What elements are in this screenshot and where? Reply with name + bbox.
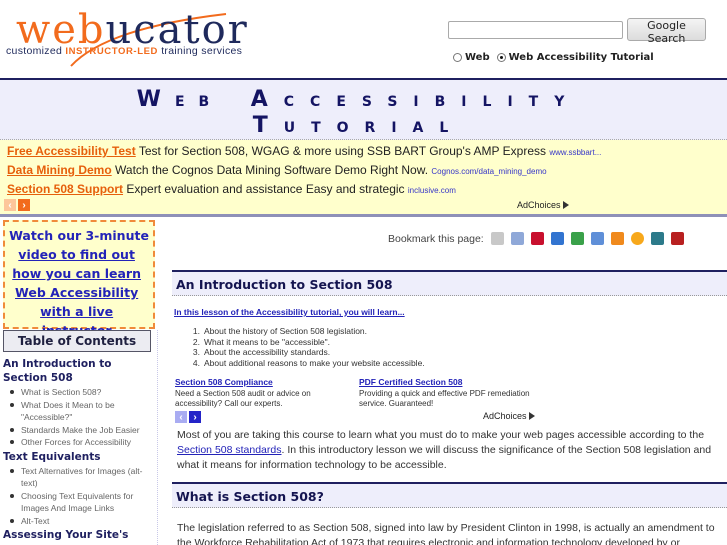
- toc-item[interactable]: Text Alternatives for Images (alt-text): [9, 465, 153, 490]
- inline-ad-navigation: ‹ ›: [175, 411, 201, 423]
- adchoices-icon: [562, 201, 569, 209]
- ad-item: Free Accessibility Test Test for Section…: [7, 144, 602, 158]
- netvouz-icon[interactable]: [670, 232, 684, 245]
- inline-ad-title-link[interactable]: Section 508 Compliance: [175, 377, 345, 388]
- radio-web-label[interactable]: Web: [465, 52, 490, 63]
- toc-item[interactable]: Other Forces for Accessibility: [9, 436, 153, 449]
- toc-list: What is Section 508? What Does it Mean t…: [9, 386, 153, 449]
- page-title-banner: W EB A CCESSIBILITY T UTORIAL: [0, 78, 727, 140]
- search-input[interactable]: [448, 21, 623, 39]
- bookmark-bar: Bookmark this page:: [388, 232, 684, 245]
- radio-web[interactable]: [453, 53, 462, 62]
- video-promo-box: Watch our 3-minute video to find out how…: [3, 220, 155, 338]
- intro-paragraph: Most of you are taking this course to le…: [177, 429, 712, 471]
- technorati-icon[interactable]: [630, 232, 644, 245]
- table-of-contents-heading[interactable]: Table of Contents: [3, 330, 151, 352]
- ad-next-button[interactable]: ›: [18, 199, 30, 211]
- toc-item[interactable]: What is Section 508?: [9, 386, 153, 399]
- ad-title-link[interactable]: Data Mining Demo: [7, 163, 112, 177]
- toc-section-link[interactable]: Assessing Your Site's: [3, 528, 153, 542]
- logo-wordmark: webucator: [16, 7, 249, 53]
- stumbleupon-icon[interactable]: [570, 232, 584, 245]
- search-scope: Web Web Accessibility Tutorial: [453, 52, 654, 63]
- banner-title-line1: W EB A CCESSIBILITY: [136, 87, 581, 112]
- ad-navigation: ‹ ›: [4, 199, 30, 211]
- inline-adchoices-link[interactable]: AdChoices: [483, 411, 535, 421]
- learning-objectives-list: 1. About the history of Section 508 legis…: [186, 326, 425, 368]
- ad-title-link[interactable]: Section 508 Support: [7, 182, 123, 196]
- bookmark-label: Bookmark this page:: [388, 232, 484, 245]
- video-promo-link[interactable]: video to find out how you can learn Web …: [7, 245, 147, 340]
- ask-icon[interactable]: [650, 232, 664, 245]
- yahoo-icon[interactable]: [530, 232, 544, 245]
- banner-title-line2: T UTORIAL: [252, 113, 465, 138]
- ad-title-link[interactable]: Free Accessibility Test: [7, 144, 136, 158]
- inline-ad: Section 508 Compliance Need a Section 50…: [175, 377, 345, 410]
- section-heading-intro: An Introduction to Section 508: [172, 270, 727, 296]
- inline-ad-title-link[interactable]: PDF Certified Section 508: [359, 377, 539, 388]
- toc-item[interactable]: Standards Make the Job Easier: [9, 424, 153, 437]
- header-divider: [0, 214, 727, 217]
- objective-item: 3. About the accessibility standards.: [192, 347, 331, 357]
- section-508-paragraph: The legislation referred to as Section 5…: [177, 522, 715, 545]
- inline-ad-next-button[interactable]: ›: [189, 411, 201, 423]
- toc-item[interactable]: Choosing Text Equivalents for Images And…: [9, 490, 153, 515]
- delicious-people-icon[interactable]: [490, 232, 504, 245]
- radio-web-accessibility-tutorial[interactable]: [496, 53, 506, 62]
- google-search-button[interactable]: Google Search: [627, 18, 706, 45]
- table-of-contents: An Introduction to Section 508 What is S…: [3, 357, 153, 542]
- objective-item: 1. About the history of Section 508 legis…: [192, 326, 368, 336]
- ad-item: Section 508 Support Expert evaluation an…: [7, 182, 456, 196]
- sponsored-ads: Free Accessibility Test Test for Section…: [0, 140, 727, 215]
- adchoices-link[interactable]: AdChoices: [517, 200, 569, 210]
- ad-item: Data Mining Demo Watch the Cognos Data M…: [7, 163, 547, 177]
- furl-icon[interactable]: [610, 232, 624, 245]
- section-heading-what-is-508: What is Section 508?: [172, 482, 727, 508]
- bookmark-icons: [490, 232, 684, 245]
- toc-section-link[interactable]: An Introduction to Section 508: [3, 357, 153, 385]
- sidebar-divider: [157, 330, 158, 545]
- toc-section-link[interactable]: Text Equivalents: [3, 450, 153, 464]
- toc-list: Text Alternatives for Images (alt-text) …: [9, 465, 153, 528]
- objective-item: 4. About additional reasons to make your …: [192, 357, 425, 368]
- radio-web-accessibility-tutorial-label[interactable]: Web Accessibility Tutorial: [509, 52, 654, 63]
- logo-tagline: customized INSTRUCTOR-LED training servi…: [6, 45, 243, 57]
- webucator-logo[interactable]: webucator customized INSTRUCTOR-LED trai…: [6, 7, 249, 67]
- ad-prev-button[interactable]: ‹: [4, 199, 16, 211]
- inline-ad-prev-button[interactable]: ‹: [175, 411, 187, 423]
- reddit-icon[interactable]: [510, 232, 524, 245]
- section-508-standards-link[interactable]: Section 508 standards: [177, 444, 282, 456]
- toc-item[interactable]: Alt-Text: [9, 515, 153, 528]
- slashdot-icon[interactable]: [590, 232, 604, 245]
- lesson-objectives-link[interactable]: In this lesson of the Accessibility tuto…: [174, 307, 405, 317]
- adchoices-icon: [528, 412, 535, 420]
- delicious-icon[interactable]: [550, 232, 564, 245]
- toc-item[interactable]: What Does it Mean to be "Accessible?": [9, 399, 153, 424]
- inline-ad: PDF Certified Section 508 Providing a qu…: [359, 377, 539, 410]
- objective-item: 2. What it means to be "accessible".: [192, 336, 331, 347]
